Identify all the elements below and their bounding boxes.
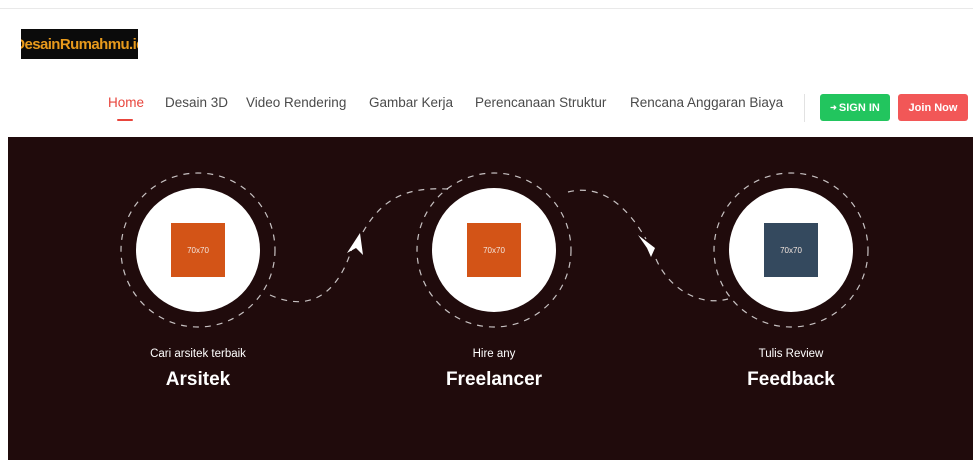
step-image-1: 70x70 xyxy=(171,223,225,277)
nav-item-video-rendering[interactable]: Video Rendering xyxy=(246,95,346,110)
connector-1-upper xyxy=(362,188,449,233)
sign-in-label: SIGN IN xyxy=(838,101,880,114)
nav-item-rencana-anggaran-biaya[interactable]: Rencana Anggaran Biaya xyxy=(630,95,783,110)
join-now-button[interactable]: Join Now xyxy=(898,94,968,121)
nav-item-perencanaan-struktur[interactable]: Perencanaan Struktur xyxy=(475,95,606,110)
connector-1-lower xyxy=(269,244,354,303)
step-title-3: Feedback xyxy=(747,369,835,390)
connector-2-lower xyxy=(655,258,729,302)
arrow-up-icon xyxy=(347,233,363,255)
top-divider xyxy=(0,8,973,9)
nav-item-desain-3d[interactable]: Desain 3D xyxy=(165,95,228,110)
connector-2-upper xyxy=(567,189,647,240)
step-subtitle-3: Tulis Review xyxy=(758,348,824,360)
sign-in-icon: ➜ xyxy=(830,103,837,112)
sign-in-button[interactable]: ➜ SIGN IN xyxy=(820,94,890,121)
nav-item-gambar-kerja[interactable]: Gambar Kerja xyxy=(369,95,453,110)
active-nav-indicator xyxy=(117,119,133,121)
step-image-2: 70x70 xyxy=(467,223,521,277)
nav-item-home[interactable]: Home xyxy=(108,95,144,110)
nav-divider xyxy=(804,94,805,122)
join-now-label: Join Now xyxy=(908,101,958,114)
site-logo[interactable]: DesainRumahmu.id xyxy=(21,29,138,59)
how-it-works-section: 70x70 70x70 70x70 Cari arsitek terbaik A… xyxy=(8,137,973,460)
arrow-down-icon xyxy=(638,235,655,257)
step-image-3: 70x70 xyxy=(764,223,818,277)
step-title-2: Freelancer xyxy=(445,369,543,390)
step-title-1: Arsitek xyxy=(165,369,231,390)
step-subtitle-1: Cari arsitek terbaik xyxy=(150,348,246,360)
step-subtitle-2: Hire any xyxy=(472,348,516,360)
